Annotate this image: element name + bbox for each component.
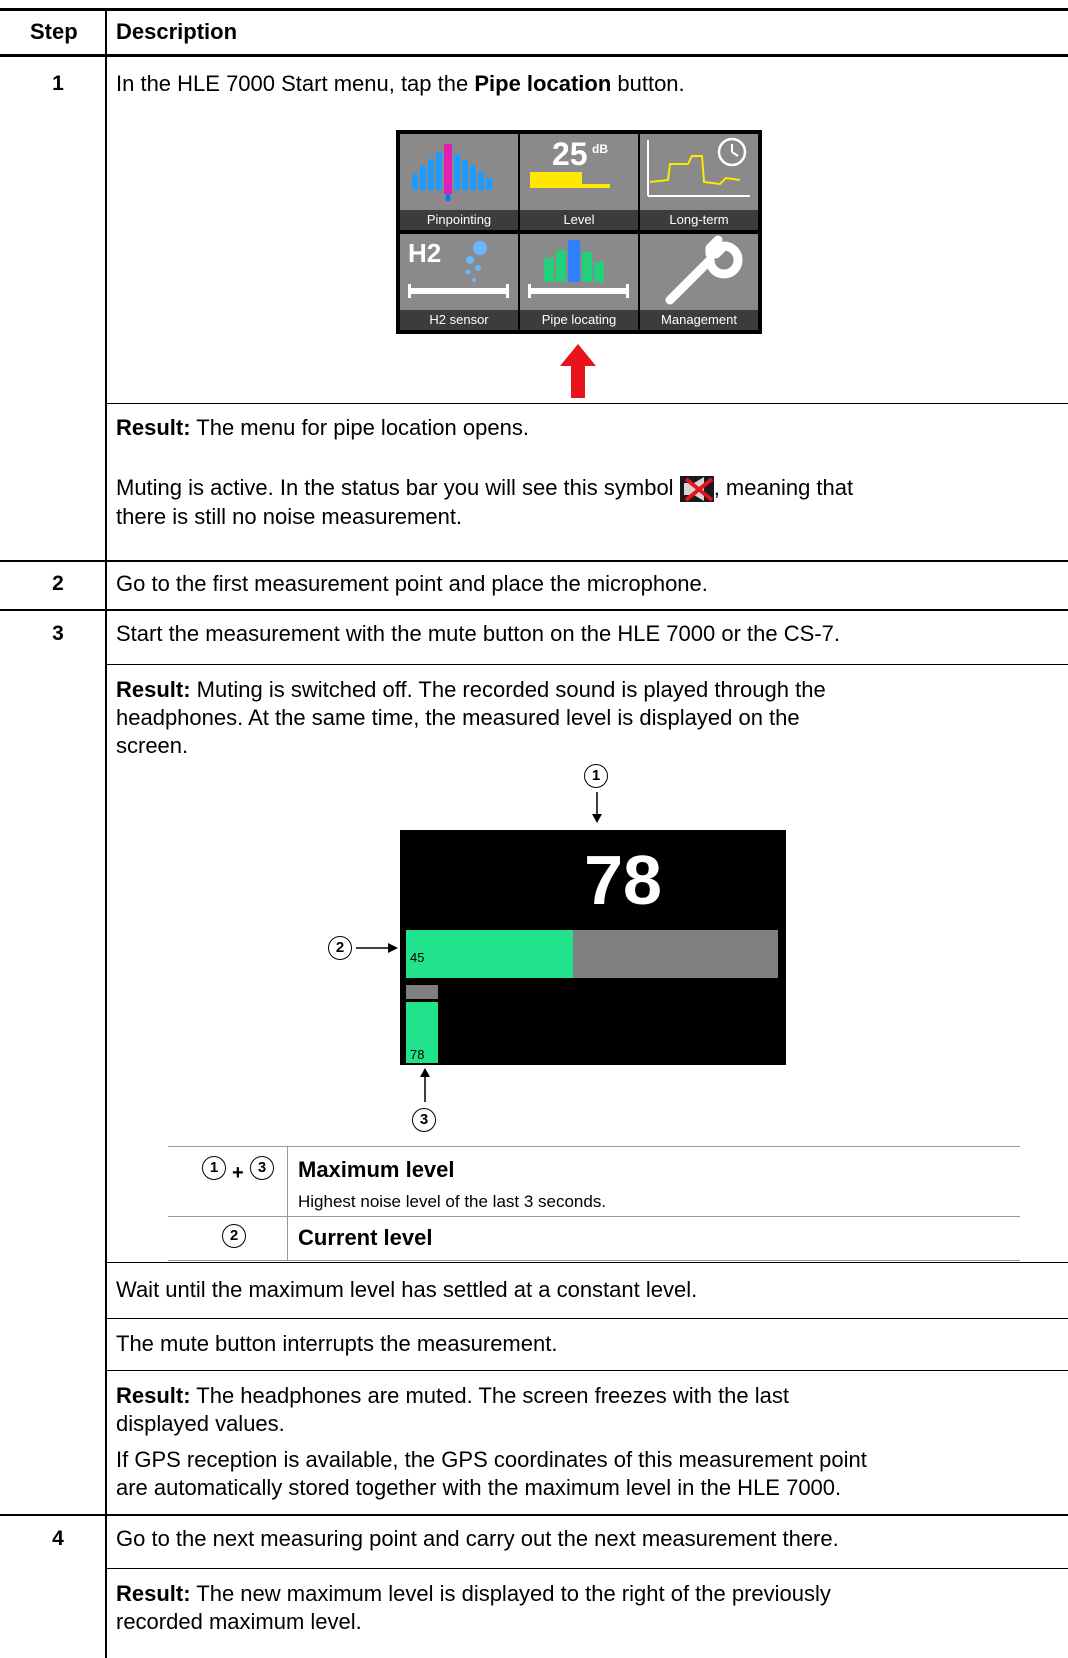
step-4-result-line1: Result: The new maximum level is display…	[116, 1580, 831, 1608]
step-1-instruction: In the HLE 7000 Start menu, tap the Pipe…	[116, 70, 685, 98]
step-1-text-suffix: button.	[611, 71, 685, 96]
pinpointing-tile: Pinpointing	[400, 134, 518, 230]
callout-2: 2	[328, 936, 352, 960]
clock-graph-icon	[647, 137, 750, 197]
header-description: Description	[116, 19, 238, 44]
step-2-instruction: Go to the first measurement point and pl…	[116, 571, 708, 596]
step-4-result-line2: recorded maximum level.	[116, 1609, 362, 1634]
step-3-result2-line2: displayed values.	[116, 1411, 285, 1436]
tile-label: Long-term	[640, 210, 758, 230]
sub-divider	[106, 403, 1068, 404]
legend-callout-1: 1	[202, 1156, 226, 1180]
step-3-result-line2: headphones. At the same time, the measur…	[116, 705, 800, 730]
current-level-bar-track: 45	[406, 930, 778, 978]
callout-1: 1	[584, 764, 608, 788]
legend-title-current: Current level	[298, 1225, 433, 1250]
result-label: Result:	[116, 415, 191, 440]
tile-label: H2 sensor	[400, 310, 518, 330]
start-menu-screenshot: Pinpointing 25 dB Level Long-term H2 H2 …	[396, 130, 762, 334]
result-label: Result:	[116, 1581, 191, 1606]
result-text: The new maximum level is displayed to th…	[190, 1581, 831, 1606]
row-divider	[0, 560, 1068, 562]
callout-3: 3	[412, 1108, 436, 1132]
table-top-border	[0, 8, 1068, 11]
gps-line-2: are automatically stored together with t…	[116, 1475, 842, 1500]
step-3-instruction: Start the measurement with the mute butt…	[116, 621, 840, 646]
legend-bottom-border	[168, 1260, 1020, 1261]
red-up-arrow	[560, 344, 596, 398]
result-text: The menu for pipe location opens.	[190, 415, 529, 440]
max-bar-value: 78	[410, 1047, 425, 1062]
long-term-tile: Long-term	[640, 134, 758, 230]
result-label: Result:	[116, 1383, 191, 1408]
current-level-value: 45	[410, 950, 425, 965]
tile-label: Management	[640, 310, 758, 330]
result-label: Result:	[116, 677, 191, 702]
sub-divider	[106, 664, 1068, 665]
result-text: Muting is switched off. The recorded sou…	[190, 677, 826, 702]
step-number: 1	[52, 72, 64, 95]
mute-text-2: , meaning that	[713, 475, 854, 500]
level-display: 78 45 78	[400, 830, 786, 1065]
result-text: The headphones are muted. The screen fre…	[190, 1383, 789, 1408]
step-1-text-bold: Pipe location	[474, 71, 612, 96]
mute-line-3: there is still no noise measurement.	[116, 504, 463, 529]
sub-divider	[106, 1568, 1068, 1569]
wrench-icon	[665, 235, 743, 305]
pipe-locating-icon	[528, 240, 629, 298]
pinpointing-icon	[412, 144, 492, 202]
callout-1-arrow	[592, 792, 602, 823]
legend-callout-3: 3	[250, 1156, 274, 1180]
mute-line-1: Muting is active. In the status bar you …	[116, 474, 854, 503]
max-level-value: 78	[584, 841, 662, 919]
legend-column-divider	[287, 1146, 288, 1260]
step-3-result-line3: screen.	[116, 733, 189, 758]
wait-text: Wait until the maximum level has settled…	[116, 1277, 698, 1302]
sub-divider	[106, 1370, 1068, 1371]
tile-label: Pinpointing	[400, 210, 518, 230]
current-level-bar-fill	[406, 930, 574, 978]
h2-text: H2	[408, 238, 442, 268]
tile-label: Level	[520, 210, 638, 230]
step-number: 3	[52, 622, 64, 645]
legend-top-border	[168, 1146, 1020, 1147]
row-divider	[0, 609, 1068, 611]
level-tile: 25 dB Level	[520, 134, 638, 230]
callout-3-arrow	[420, 1068, 430, 1102]
step-3-result2-line1: Result: The headphones are muted. The sc…	[116, 1382, 789, 1410]
step-1-text-prefix: In the HLE 7000 Start menu, tap the	[116, 71, 475, 96]
legend-plus: +	[232, 1162, 244, 1184]
header-bottom-border	[0, 54, 1068, 57]
step-number: 2	[52, 572, 64, 595]
sub-divider	[106, 1262, 1068, 1263]
legend-row-divider	[168, 1216, 1020, 1217]
callout-2-arrow	[356, 943, 398, 953]
legend-title-max: Maximum level	[298, 1157, 455, 1182]
gps-line-1: If GPS reception is available, the GPS c…	[116, 1447, 867, 1472]
step-4-instruction: Go to the next measuring point and carry…	[116, 1526, 839, 1551]
mute-text-1: Muting is active. In the status bar you …	[116, 475, 680, 500]
header-step: Step	[30, 19, 78, 44]
level-tile-unit: dB	[592, 142, 608, 156]
management-tile: Management	[640, 234, 758, 330]
mute-icon	[679, 476, 714, 503]
h2-sensor-tile: H2 H2 sensor	[400, 234, 518, 330]
max-level-bar: 78	[406, 985, 438, 1063]
step-1-result: Result: The menu for pipe location opens…	[116, 414, 529, 442]
mute-interrupt-text: The mute button interrupts the measureme…	[116, 1331, 558, 1356]
pipe-locating-tile[interactable]: Pipe locating	[520, 234, 638, 330]
step-number: 4	[52, 1527, 64, 1550]
tile-label: Pipe locating	[520, 310, 638, 330]
level-tile-value: 25	[552, 136, 588, 172]
legend-desc-max: Highest noise level of the last 3 second…	[298, 1192, 607, 1211]
legend-callout-2: 2	[222, 1224, 246, 1248]
max-bar-cap	[406, 985, 438, 999]
column-divider	[105, 8, 107, 1658]
step-3-result-line1: Result: Muting is switched off. The reco…	[116, 676, 826, 704]
sub-divider	[106, 1318, 1068, 1319]
row-divider	[0, 1514, 1068, 1516]
